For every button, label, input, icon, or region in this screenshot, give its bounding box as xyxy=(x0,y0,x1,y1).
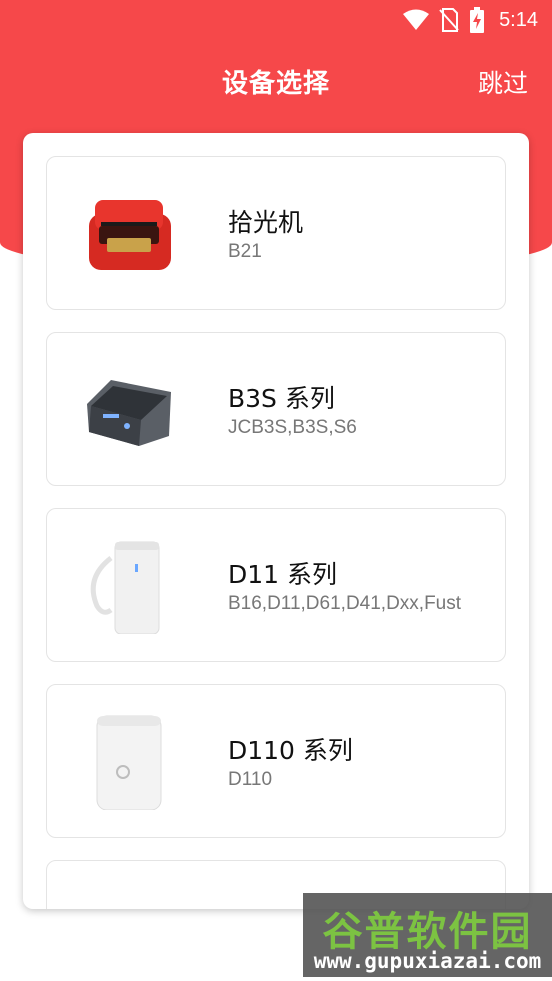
page-title: 设备选择 xyxy=(221,68,330,99)
status-bar: 5:14 xyxy=(0,0,552,40)
status-time: 5:14 xyxy=(499,8,538,31)
device-item-d11[interactable]: D11 系列 B16,D11,D61,D41,Dxx,Fust xyxy=(46,508,506,662)
device-item-b21[interactable]: 拾光机 B21 xyxy=(46,156,506,310)
device-item-b3s[interactable]: B3S 系列 JCB3S,B3S,S6 xyxy=(46,332,506,486)
gray-portable-printer-icon xyxy=(79,360,179,460)
wifi-icon xyxy=(403,9,430,31)
device-name: B3S 系列 xyxy=(228,384,335,413)
white-mini-printer-icon xyxy=(79,712,179,812)
device-models: B21 xyxy=(228,241,262,262)
skip-button[interactable]: 跳过 xyxy=(478,64,528,100)
device-select-card: 拾光机 B21 B3S 系列 JCB3S,B3S,S6 D11 系列 B16,D… xyxy=(23,133,529,909)
red-label-printer-icon xyxy=(79,184,179,284)
white-handheld-printer-icon xyxy=(79,536,179,636)
device-name: 拾光机 xyxy=(228,208,304,237)
device-name: D11 系列 xyxy=(228,560,338,589)
device-name: D110 系列 xyxy=(228,736,353,765)
device-item-d110[interactable]: D110 系列 D110 xyxy=(46,684,506,838)
title-bar: 设备选择 xyxy=(0,56,552,106)
battery-charging-icon xyxy=(469,7,485,33)
watermark: 谷普软件园 www.gupuxiazai.com xyxy=(303,893,552,977)
device-models: JCB3S,B3S,S6 xyxy=(228,417,357,438)
watermark-url: www.gupuxiazai.com xyxy=(313,949,542,973)
device-list: 拾光机 B21 B3S 系列 JCB3S,B3S,S6 D11 系列 B16,D… xyxy=(46,156,506,909)
device-models: B16,D11,D61,D41,Dxx,Fust xyxy=(228,593,462,614)
device-models: D110 xyxy=(228,769,273,790)
no-sim-icon xyxy=(439,8,459,32)
